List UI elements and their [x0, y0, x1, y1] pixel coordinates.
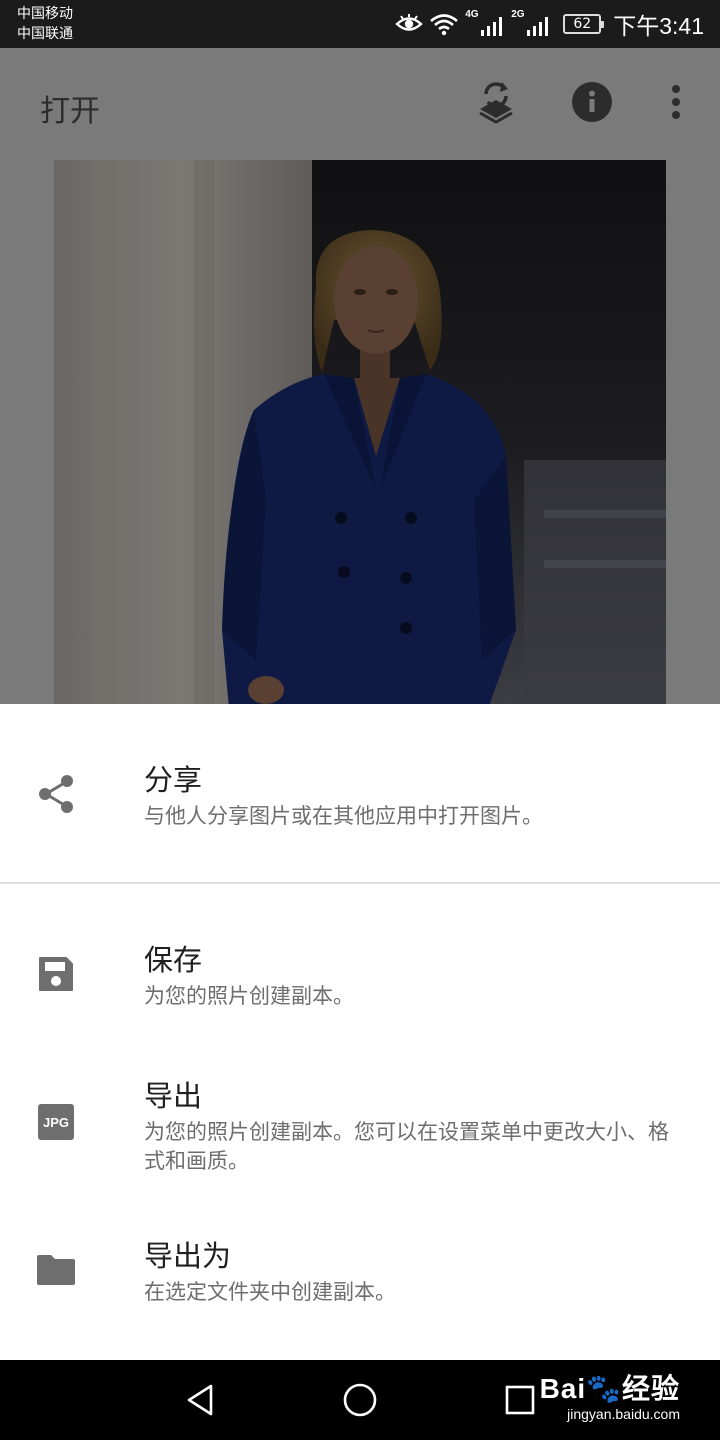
share-icon	[34, 772, 78, 816]
menu-item-desc: 为您的照片创建副本。您可以在设置菜单中更改大小、格式和画质。	[144, 1120, 669, 1173]
save-icon	[34, 952, 78, 996]
status-indicators: 4G 2G 62 下午3:41	[395, 8, 704, 40]
jpg-badge: JPG	[38, 1104, 74, 1140]
recents-icon[interactable]	[498, 1378, 542, 1422]
signal-2g: 2G	[511, 9, 551, 37]
eye-icon	[395, 14, 424, 31]
baidu-jingyan-watermark: Bai🐾经验 jingyan.baidu.com	[540, 1372, 680, 1422]
page-title[interactable]: 打开	[40, 86, 100, 130]
signal-icon	[527, 17, 549, 36]
info-icon[interactable]	[568, 78, 616, 126]
menu-item-title: 保存	[144, 943, 203, 977]
watermark-url: jingyan.baidu.com	[567, 1406, 680, 1422]
battery-icon: 62	[563, 14, 605, 34]
signal-icon	[481, 17, 503, 36]
menu-item-desc: 与他人分享图片或在其他应用中打开图片。	[144, 804, 543, 828]
wifi-icon	[430, 14, 459, 36]
carrier-2: 中国联通	[17, 26, 73, 42]
menu-item-export-as[interactable]: 导出为 在选定文件夹中创建副本。	[0, 1224, 720, 1344]
menu-item-title: 导出为	[144, 1239, 232, 1273]
home-icon[interactable]	[338, 1378, 382, 1422]
net-type-label: 4G	[465, 9, 479, 20]
layers-swap-icon[interactable]	[472, 78, 520, 126]
navigation-bar: Bai🐾经验 jingyan.baidu.com	[0, 1360, 720, 1440]
menu-item-export[interactable]: JPG 导出 为您的照片创建副本。您可以在设置菜单中更改大小、格式和画质。	[0, 1060, 720, 1200]
back-icon[interactable]	[178, 1378, 222, 1422]
divider	[0, 882, 720, 884]
menu-item-share[interactable]: 分享 与他人分享图片或在其他应用中打开图片。	[0, 744, 720, 864]
carrier-labels: 中国移动 中国联通	[17, 4, 73, 44]
clock: 下午3:41	[613, 13, 704, 39]
more-vert-icon[interactable]	[652, 78, 700, 126]
net-type-label: 2G	[511, 9, 525, 20]
menu-item-desc: 为您的照片创建副本。	[144, 984, 354, 1008]
menu-item-desc: 在选定文件夹中创建副本。	[144, 1280, 396, 1304]
menu-item-title: 分享	[144, 763, 203, 797]
share-options-sheet: 分享 与他人分享图片或在其他应用中打开图片。 保存 为您的照片创建副本。 JPG…	[0, 704, 720, 1360]
menu-item-save[interactable]: 保存 为您的照片创建副本。	[0, 924, 720, 1044]
photo-image	[54, 160, 666, 704]
status-bar: 中国移动 中国联通 4G 2G 62 下午3:41	[0, 0, 720, 48]
carrier-1: 中国移动	[17, 6, 73, 22]
app-background: 打开	[0, 48, 720, 704]
battery-level: 62	[573, 16, 592, 32]
watermark-logo: Bai🐾经验	[539, 1373, 680, 1404]
photo-preview[interactable]	[54, 160, 666, 704]
menu-item-title: 导出	[144, 1079, 203, 1113]
folder-icon	[34, 1248, 78, 1292]
jpg-icon: JPG	[34, 1100, 78, 1144]
signal-4g: 4G	[465, 9, 505, 37]
